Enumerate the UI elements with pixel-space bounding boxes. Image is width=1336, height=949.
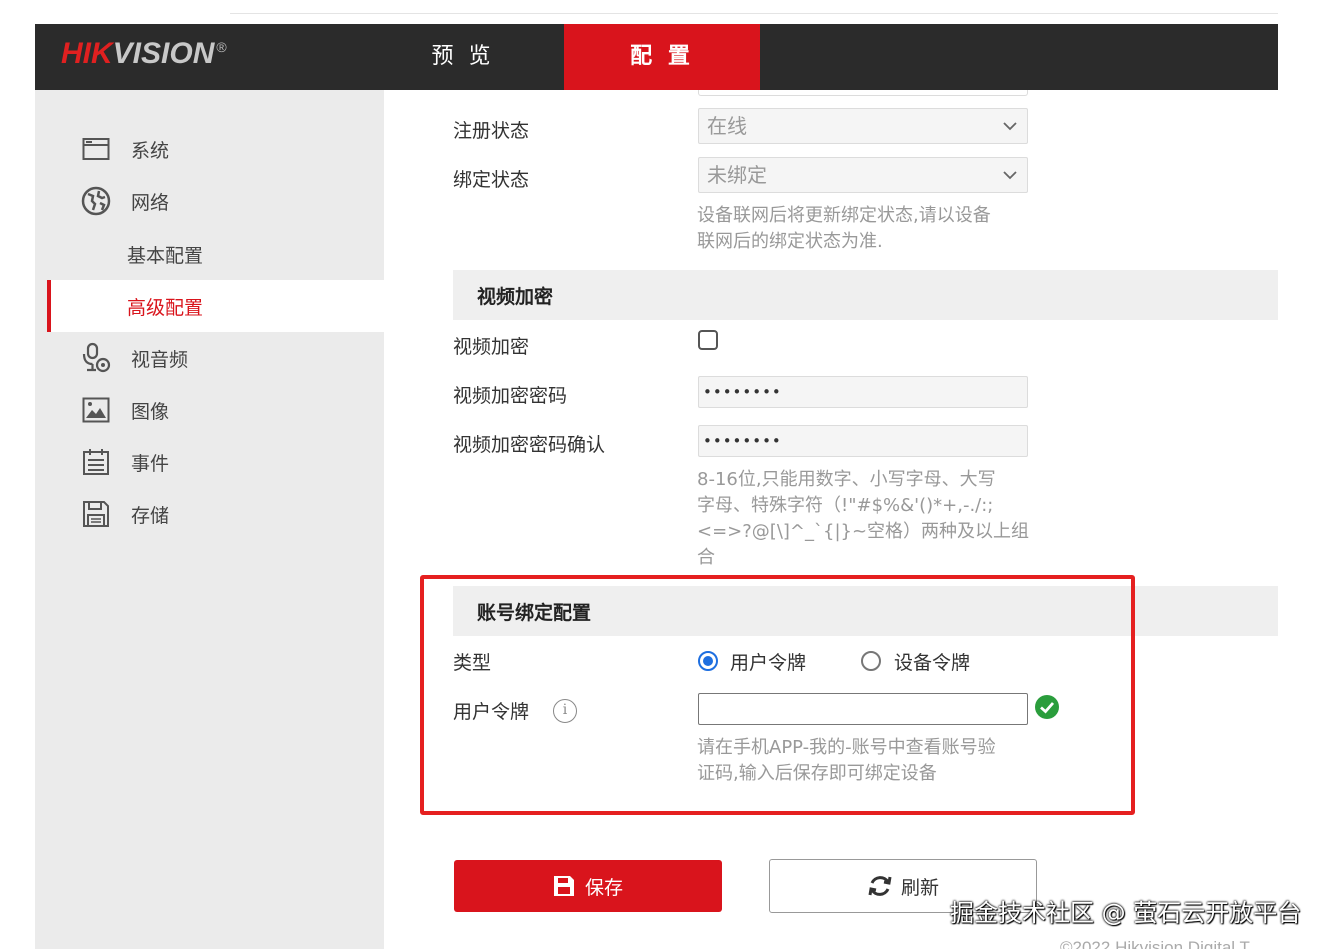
sidebar-item-network[interactable]: 网络 xyxy=(35,175,384,227)
main-content: 注册状态 在线 绑定状态 未绑定 设备联网后将更新绑定状态,请以设备 联网后的绑… xyxy=(384,90,1278,949)
check-circle-icon xyxy=(1035,695,1059,719)
video-encrypt-password-label: 视频加密密码 xyxy=(453,385,568,407)
sidebar-item-label: 事件 xyxy=(131,452,170,475)
sidebar-item-advanced-config[interactable]: 高级配置 xyxy=(47,280,384,332)
sidebar-item-label: 高级配置 xyxy=(127,296,204,319)
sidebar-item-label: 网络 xyxy=(131,191,170,214)
user-token-hint: 请在手机APP-我的-账号中查看账号验 证码,输入后保存即可绑定设备 xyxy=(697,737,996,784)
chevron-down-icon xyxy=(1003,171,1017,180)
bind-status-select[interactable]: 未绑定 xyxy=(698,157,1028,193)
system-window-icon xyxy=(81,134,111,164)
video-encrypt-section-header: 视频加密 xyxy=(453,270,1278,320)
bind-status-hint: 设备联网后将更新绑定状态,请以设备 联网后的绑定状态为准. xyxy=(697,205,991,252)
save-button[interactable]: 保存 xyxy=(454,860,722,912)
video-encrypt-password-input[interactable]: •••••••• xyxy=(698,376,1028,408)
previous-field-edge xyxy=(698,90,1028,96)
sidebar-item-system[interactable]: 系统 xyxy=(35,123,384,175)
floppy-disk-icon xyxy=(81,499,111,529)
video-encrypt-label: 视频加密 xyxy=(453,336,530,358)
calendar-list-icon xyxy=(81,447,111,477)
bind-status-label: 绑定状态 xyxy=(453,169,530,191)
register-status-label: 注册状态 xyxy=(453,120,530,142)
device-token-radio-label[interactable]: 设备令牌 xyxy=(894,648,970,675)
video-encrypt-checkbox[interactable] xyxy=(698,330,718,350)
tab-config[interactable]: 配 置 xyxy=(564,24,760,90)
sidebar-item-basic-config[interactable]: 基本配置 xyxy=(47,229,384,279)
video-encrypt-password-confirm-input[interactable]: •••••••• xyxy=(698,425,1028,457)
sidebar-item-storage[interactable]: 存储 xyxy=(35,488,384,540)
watermark-text: 掘金技术社区 @ 萤石云开放平台 xyxy=(950,899,1302,927)
image-icon xyxy=(81,395,111,425)
sidebar-item-label: 存储 xyxy=(131,504,170,527)
tab-preview[interactable]: 预 览 xyxy=(405,24,521,90)
device-token-radio[interactable] xyxy=(861,651,881,671)
password-rule-hint: 8-16位,只能用数字、小写字母、大写 字母、特殊字符（!"#$%&'()*+,… xyxy=(697,469,1030,568)
account-bind-section-header: 账号绑定配置 xyxy=(453,586,1278,636)
floppy-disk-icon xyxy=(553,876,574,896)
hikvision-logo: HIKVISION ® xyxy=(61,37,227,70)
sidebar-item-image[interactable]: 图像 xyxy=(35,384,384,436)
top-header: HIKVISION ® 预 览 配 置 xyxy=(35,24,1278,90)
sidebar-item-label: 图像 xyxy=(131,400,170,423)
user-token-input[interactable] xyxy=(698,693,1028,725)
chevron-down-icon xyxy=(1003,122,1017,131)
user-token-label: 用户令牌 xyxy=(453,701,530,723)
type-label: 类型 xyxy=(453,652,492,674)
sidebar-item-label: 系统 xyxy=(131,139,170,162)
top-divider xyxy=(230,13,1278,14)
microphone-icon xyxy=(81,342,111,373)
user-token-radio-label[interactable]: 用户令牌 xyxy=(730,648,806,675)
sidebar-item-audio-video[interactable]: 视音频 xyxy=(35,332,384,384)
copyright-footer: ©2022 Hikvision Digital T xyxy=(1060,938,1250,949)
sidebar: 系统 网络 基本配置 高级配置 视音频 图像 事件 存储 xyxy=(35,90,384,949)
user-token-radio[interactable] xyxy=(698,651,718,671)
refresh-icon xyxy=(868,876,892,896)
info-icon[interactable]: i xyxy=(553,699,577,723)
register-status-select[interactable]: 在线 xyxy=(698,108,1028,144)
sidebar-item-event[interactable]: 事件 xyxy=(35,436,384,488)
sidebar-item-label: 视音频 xyxy=(131,348,189,371)
globe-icon xyxy=(81,186,111,216)
sidebar-item-label: 基本配置 xyxy=(127,244,204,267)
video-encrypt-password-confirm-label: 视频加密密码确认 xyxy=(453,434,606,456)
